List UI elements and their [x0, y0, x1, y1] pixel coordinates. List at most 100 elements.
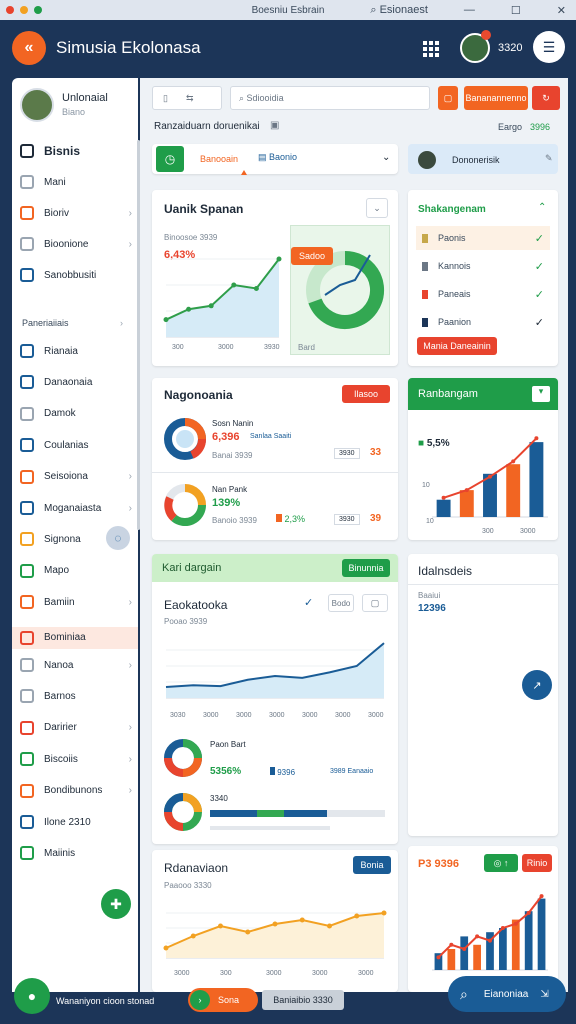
card1-menu-icon[interactable]: ⌄	[366, 198, 388, 218]
toolbar-view-toggle[interactable]: ▯ ⇆	[152, 86, 222, 110]
sidebar-settings-icon[interactable]: ◌	[106, 526, 130, 550]
sidebar-item-1[interactable]: Danaonaia	[20, 375, 132, 390]
sidebar-item-16[interactable]: Maiinis	[20, 846, 132, 861]
sidebar-top-item-1[interactable]: Mani	[20, 175, 132, 189]
tab-clock-icon[interactable]: ◷	[156, 146, 184, 172]
card5-row1-right: 3989 Eanaaio	[330, 768, 374, 775]
profile-tab-edit-icon[interactable]: ✎	[545, 153, 553, 164]
chevron-right-icon[interactable]: ›	[129, 785, 132, 796]
card1-badge[interactable]: Sadoo	[291, 247, 333, 265]
card7-button[interactable]: Bonia	[353, 856, 391, 874]
card1-chart-point-5	[276, 256, 282, 262]
check-icon[interactable]: ✓	[535, 288, 544, 301]
card4-tick-0: 10	[422, 482, 430, 489]
sidebar-item-label: Bamiin	[44, 596, 75, 608]
sidebar-top-item-label: Sanobbusiti	[44, 269, 97, 281]
card8-chart-trend-point-4	[488, 938, 492, 943]
sidebar-item-4[interactable]: Seisoiona ›	[20, 469, 132, 484]
sidebar-top-item-4[interactable]: Sanobbusiti	[20, 268, 132, 282]
sidebar-item-8[interactable]: Bamiin ›	[20, 595, 132, 610]
os-search[interactable]: ⌕ Esionaest	[370, 4, 428, 17]
sidebar-top-item-3[interactable]: Bioonione ›	[20, 237, 132, 251]
card2-row-3[interactable]: Paanion ✓	[416, 310, 550, 334]
sidebar-item-14[interactable]: Bondibunons ›	[20, 783, 132, 798]
card5-button[interactable]: Binunnia	[342, 559, 390, 577]
card3-row2-right[interactable]: 3930	[334, 514, 360, 525]
toolbar-action-button[interactable]: Bananannenno	[464, 86, 528, 110]
card5-chart-area	[166, 643, 384, 698]
card2-button[interactable]: Mania Daneainin	[417, 337, 497, 355]
card2-collapse-icon[interactable]: ⌃	[538, 202, 546, 213]
chevron-right-icon[interactable]: ›	[129, 597, 132, 608]
card6-stat: 12396	[418, 603, 446, 614]
card2-row-label: Paanion	[438, 317, 472, 327]
check-icon[interactable]: ✓	[535, 316, 544, 329]
chevron-right-icon[interactable]: ›	[129, 754, 132, 765]
sidebar-item-label: Mapo	[44, 565, 70, 577]
tabs-chevron-down-icon[interactable]: ⌄	[382, 152, 390, 163]
card5-box-icon[interactable]: ▢	[362, 594, 388, 612]
chevron-right-icon[interactable]: ›	[129, 208, 132, 219]
sidebar-item-11[interactable]: Barnos	[20, 689, 132, 704]
assistant-button[interactable]: ⌕ Eianoniaa ⇲	[448, 976, 566, 1012]
card8-button[interactable]: Rinio	[522, 854, 552, 872]
check-icon[interactable]: ✓	[535, 232, 544, 245]
app-logo[interactable]: «	[12, 31, 46, 65]
card6-action-icon[interactable]: ↗	[522, 670, 552, 700]
calendar-icon[interactable]: ▣	[270, 120, 279, 131]
card7-chart-point-3	[245, 929, 251, 935]
search-icon: ⌕	[239, 92, 247, 103]
search-input[interactable]: ⌕ Sdiooidia	[230, 86, 430, 110]
refresh-icon	[20, 268, 34, 282]
card5-check-icon[interactable]: ✓	[304, 596, 313, 609]
sidebar-item-15[interactable]: Ilone 2310	[20, 815, 132, 829]
chevron-right-icon[interactable]: ›	[129, 239, 132, 250]
card4-menu-icon[interactable]: ▾	[532, 386, 550, 402]
check-icon[interactable]: ✓	[535, 260, 544, 273]
apps-grid-icon[interactable]	[423, 41, 439, 57]
refresh-button[interactable]: ↻	[532, 86, 560, 110]
sidebar-item-0[interactable]: Rianaia	[20, 344, 132, 358]
chevron-right-icon[interactable]: ›	[129, 722, 132, 733]
section-chevron-icon[interactable]: ›	[120, 318, 123, 328]
chevron-right-icon[interactable]: ›	[129, 660, 132, 671]
bottom-button-2[interactable]: Baniaibio 3330	[262, 990, 344, 1010]
sidebar-item-7[interactable]: Mapo	[20, 563, 132, 578]
sidebar-item-label: Nanoa	[44, 659, 74, 671]
hamburger-menu-icon[interactable]: ☰	[533, 31, 565, 63]
os-maximize-icon[interactable]: ☐	[511, 4, 521, 17]
sidebar-top-item-2[interactable]: Bioriv ›	[20, 206, 132, 220]
chevron-right-icon[interactable]: ›	[129, 471, 132, 482]
toolbar-square-button[interactable]: ▢	[438, 86, 458, 110]
bottom-button-1[interactable]: › Sona	[188, 988, 258, 1012]
card2-row-1[interactable]: Kannois ✓	[416, 254, 550, 278]
card8-chart-trend-point-7	[526, 910, 531, 915]
add-fab-icon[interactable]: ✚	[101, 889, 131, 919]
card7-chart-point-1	[190, 933, 196, 939]
tab-two[interactable]: ▤ Baonio	[258, 152, 297, 163]
os-minimize-icon[interactable]: —	[464, 4, 475, 17]
sidebar-item-5[interactable]: Moganaiasta ›	[20, 501, 132, 515]
sidebar-item-2[interactable]: Damok	[20, 406, 132, 421]
chevron-right-icon[interactable]: ›	[129, 503, 132, 514]
card8-toggle-icon[interactable]: ◎ ↑	[484, 854, 518, 872]
os-close-icon[interactable]: ✕	[557, 4, 566, 17]
profile-block[interactable]: Unlonaial Biano	[20, 88, 108, 122]
sidebar-item-10[interactable]: Nanoa ›	[20, 658, 132, 672]
card3-row1-right[interactable]: 3930	[334, 448, 360, 459]
sidebar-item-12[interactable]: Daririer ›	[20, 720, 132, 735]
sidebar-item-3[interactable]: Coulanias	[20, 438, 132, 453]
sidebar-top-item-0[interactable]: Bisnis	[20, 144, 132, 158]
tab-one[interactable]: Banooain	[200, 154, 238, 164]
sidebar-item-13[interactable]: Biscoiis ›	[20, 752, 132, 767]
sidebar-item-icon	[20, 630, 34, 645]
card2-row-2[interactable]: Paneais ✓	[416, 282, 550, 306]
sidebar-item-9[interactable]: Bominiaa	[12, 626, 138, 649]
card5-filter[interactable]: Bodo	[328, 594, 354, 612]
card2-row-0[interactable]: Paonis ✓	[416, 226, 550, 250]
card3-button[interactable]: Ilasoo	[342, 385, 390, 403]
chat-icon[interactable]: ●	[14, 978, 50, 1014]
card5-tick-5: 3000	[335, 712, 351, 719]
breadcrumb: Ranzaiduarn doruenikai	[154, 121, 260, 132]
sidebar-item-icon	[20, 438, 34, 453]
